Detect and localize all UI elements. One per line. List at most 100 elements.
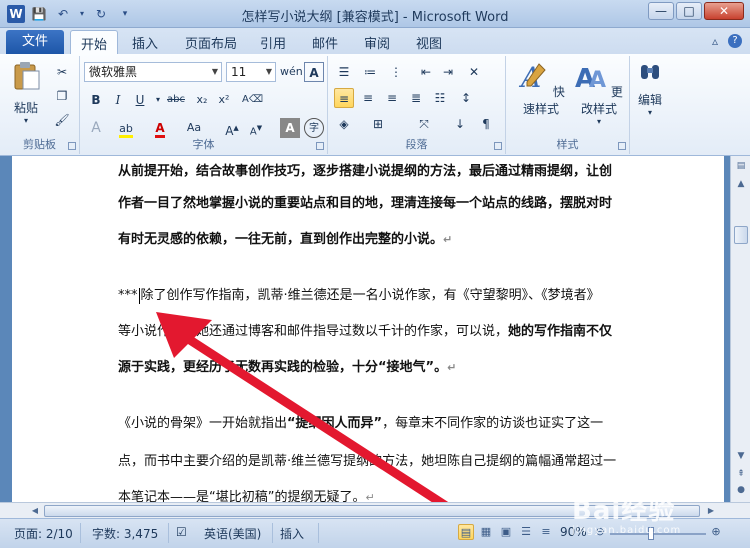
doc-line-7-a: 《小说的骨架》一开始就指出 <box>118 416 288 431</box>
align-left-icon[interactable]: ≡ <box>334 88 354 108</box>
tab-page-layout[interactable]: 页面布局 <box>185 33 237 52</box>
paste-dropdown-icon[interactable]: ▾ <box>6 116 46 125</box>
copy-icon[interactable]: ❐ <box>52 86 72 106</box>
bullets-icon[interactable]: ☰ <box>334 62 354 82</box>
tab-home[interactable]: 开始 <box>70 30 119 54</box>
numbering-icon[interactable]: ≔ <box>360 62 380 82</box>
shrink-font-icon[interactable]: A▼ <box>246 118 266 138</box>
show-marks-icon[interactable]: ¶ <box>476 114 496 134</box>
scroll-down-icon[interactable]: ▼ <box>733 448 749 464</box>
paste-button[interactable]: 粘贴 ▾ <box>6 60 46 125</box>
maximize-button[interactable]: □ <box>676 2 702 20</box>
tab-view[interactable]: 视图 <box>416 33 442 52</box>
tab-mailings[interactable]: 邮件 <box>312 33 338 52</box>
styles-group: A 快速样式 A A 更改样式 ▾ 样式 <box>506 56 630 154</box>
change-case-icon[interactable]: Aa <box>184 118 204 138</box>
vertical-scroll-thumb[interactable] <box>734 226 748 244</box>
browse-object-icon[interactable]: ● <box>733 482 749 498</box>
line-spacing-icon[interactable]: ↕ <box>456 88 476 108</box>
ribbon-options: ▵ ? <box>712 34 742 48</box>
outline-view-icon[interactable]: ☰ <box>518 524 534 540</box>
align-center-icon[interactable]: ≡ <box>358 88 378 108</box>
italic-icon[interactable]: I <box>108 90 128 110</box>
scroll-up-icon[interactable]: ▲ <box>733 176 749 192</box>
proofing-icon[interactable]: ☑ <box>176 525 187 539</box>
minimize-button[interactable]: — <box>648 2 674 20</box>
superscript-icon[interactable]: x² <box>214 90 234 110</box>
ribbon-tab-row: 文件 开始 插入 页面布局 引用 邮件 审阅 视图 ▵ ? <box>0 28 750 54</box>
editing-group: 编辑 ▾ <box>630 56 670 154</box>
clear-formatting-icon[interactable]: A⌫ <box>242 90 263 110</box>
highlight-icon[interactable]: ab <box>116 118 136 138</box>
minimize-ribbon-icon[interactable]: ▵ <box>712 34 718 48</box>
font-name-dropdown-icon[interactable]: ▼ <box>212 63 218 81</box>
baidu-watermark: Bai经验 jingyan.baidu.com <box>572 490 681 536</box>
char-shading-icon[interactable]: A <box>280 118 300 138</box>
change-styles-button[interactable]: A A 更改样式 ▾ <box>570 60 628 126</box>
tab-review[interactable]: 审阅 <box>364 33 390 52</box>
font-size-value: 11 <box>231 65 247 79</box>
close-button[interactable]: ✕ <box>704 2 744 20</box>
font-size-dropdown-icon[interactable]: ▼ <box>266 63 272 81</box>
quick-styles-button[interactable]: A 快速样式 <box>512 60 570 117</box>
sort-icon[interactable]: ↓ <box>450 114 470 134</box>
language-indicator[interactable]: 英语(美国) <box>204 525 261 542</box>
status-separator <box>80 523 81 543</box>
tab-file[interactable]: 文件 <box>6 30 64 54</box>
web-layout-icon[interactable]: ▣ <box>498 524 514 540</box>
asian-layout-icon[interactable]: ⤧ <box>414 114 434 134</box>
bold-icon[interactable]: B <box>86 90 106 110</box>
word-count[interactable]: 字数: 3,475 <box>92 525 158 542</box>
char-border-icon[interactable]: A <box>304 62 324 82</box>
multilevel-list-icon[interactable]: ⋮ <box>386 62 406 82</box>
font-name-combo[interactable]: 微软雅黑 ▼ <box>84 62 222 82</box>
styles-launcher-icon[interactable] <box>618 142 626 150</box>
full-screen-reading-icon[interactable]: ▦ <box>478 524 494 540</box>
font-color-icon[interactable]: A <box>150 118 170 138</box>
distributed-icon[interactable]: ☷ <box>430 88 450 108</box>
format-painter-icon[interactable]: 🖌 <box>52 110 72 130</box>
editing-button[interactable]: 编辑 ▾ <box>632 60 668 117</box>
decrease-indent-icon[interactable]: ⇤ <box>416 62 436 82</box>
doc-line-5-b: 她的写作指南不仅 <box>508 324 613 339</box>
scroll-left-icon[interactable]: ◀ <box>28 503 42 518</box>
subscript-icon[interactable]: x₂ <box>192 90 212 110</box>
doc-line-8: 点，而书中主要介绍的是凯蒂·维兰德写提纲的方法，她坦陈自己提纲的篇幅通常超过一 <box>118 454 617 469</box>
ruler-toggle-icon[interactable]: ▤ <box>733 158 749 174</box>
help-icon[interactable]: ? <box>728 34 742 48</box>
zoom-in-icon[interactable]: ⊕ <box>708 524 724 540</box>
clipboard-launcher-icon[interactable] <box>68 142 76 150</box>
change-styles-dropdown-icon[interactable]: ▾ <box>570 117 628 126</box>
underline-dropdown-icon[interactable]: ▾ <box>148 90 168 110</box>
print-layout-icon[interactable]: ▤ <box>458 524 474 540</box>
chinese-layout-icon[interactable]: ✕ <box>464 62 484 82</box>
grow-font-icon[interactable]: A▲ <box>222 118 242 138</box>
align-right-icon[interactable]: ≡ <box>382 88 402 108</box>
vertical-scrollbar[interactable]: ▤ ▲ ▼ ⇞ ● <box>730 156 750 502</box>
paragraph-launcher-icon[interactable] <box>494 142 502 150</box>
change-styles-icon: A A <box>575 64 606 94</box>
prev-page-icon[interactable]: ⇞ <box>733 466 749 482</box>
font-launcher-icon[interactable] <box>316 142 324 150</box>
enclose-char-icon[interactable]: 字 <box>304 118 324 138</box>
font-size-combo[interactable]: 11 ▼ <box>226 62 276 82</box>
insert-mode[interactable]: 插入 <box>280 525 304 542</box>
doc-line-3: 有时无灵感的依赖，一往无前，直到创作出完整的小说。↵ <box>118 230 630 250</box>
shading-icon[interactable]: ◈ <box>334 114 354 134</box>
document-page[interactable]: 从前提开始，结合故事创作技巧，逐步搭建小说提纲的方法，最后通过精雨提纲，让创 作… <box>12 156 724 502</box>
scroll-right-icon[interactable]: ▶ <box>704 503 718 518</box>
tab-references[interactable]: 引用 <box>260 33 286 52</box>
editing-dropdown-icon[interactable]: ▾ <box>632 108 668 117</box>
draft-view-icon[interactable]: ≡ <box>538 524 554 540</box>
cut-icon[interactable]: ✂ <box>52 62 72 82</box>
borders-icon[interactable]: ⊞ <box>368 114 388 134</box>
justify-icon[interactable]: ≣ <box>406 88 426 108</box>
text-effects-icon[interactable]: A <box>86 118 106 138</box>
strikethrough-icon[interactable]: abc <box>166 90 186 110</box>
underline-icon[interactable]: U <box>130 90 150 110</box>
page-indicator[interactable]: 页面: 2/10 <box>14 525 73 542</box>
phonetic-guide-icon[interactable]: wén <box>280 62 303 82</box>
window-title: 怎样写小说大纲 [兼容模式] - Microsoft Word <box>241 10 509 25</box>
tab-insert[interactable]: 插入 <box>132 33 158 52</box>
increase-indent-icon[interactable]: ⇥ <box>438 62 458 82</box>
